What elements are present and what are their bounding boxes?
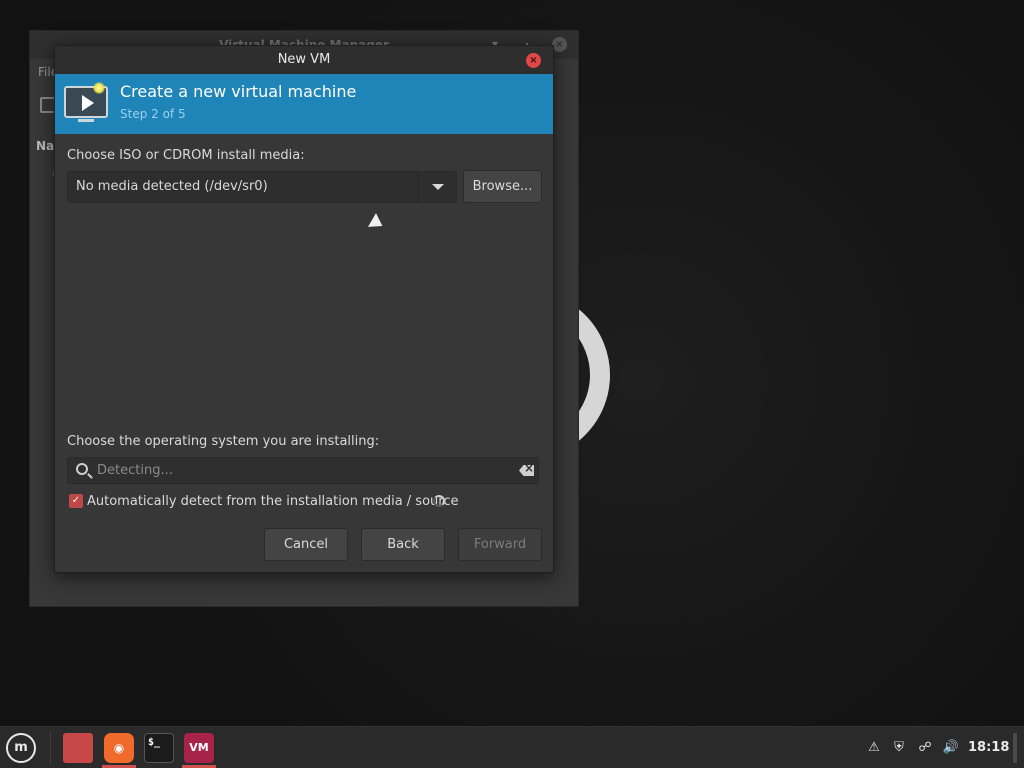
forward-button[interactable]: Forward xyxy=(458,528,542,561)
update-manager-icon[interactable]: ⚠ xyxy=(866,740,882,756)
volume-icon[interactable]: 🔊 xyxy=(942,740,960,756)
monitor-stand-icon xyxy=(78,119,94,122)
dialog-title: New VM xyxy=(277,52,331,67)
terminal-icon[interactable]: $_ xyxy=(144,733,174,763)
media-label: Choose ISO or CDROM install media: xyxy=(67,148,305,163)
clear-icon[interactable] xyxy=(519,465,534,476)
spinner-icon xyxy=(433,495,445,507)
network-icon[interactable]: ☍ xyxy=(916,740,934,756)
taskbar: m ◉ $_ VM ⚠ ⛨ ☍ 🔊 18:18 xyxy=(0,726,1024,768)
vm-icon[interactable]: VM xyxy=(184,733,214,763)
search-icon xyxy=(76,463,88,475)
shield-icon[interactable]: ⛨ xyxy=(891,740,907,756)
os-label: Choose the operating system you are inst… xyxy=(67,434,380,449)
cancel-button[interactable]: Cancel xyxy=(264,528,348,561)
mint-menu-icon[interactable]: m xyxy=(6,733,36,763)
dialog-close-icon[interactable]: × xyxy=(526,53,541,68)
show-desktop-button[interactable] xyxy=(1013,733,1017,763)
auto-detect-label[interactable]: Automatically detect from the installati… xyxy=(87,494,458,509)
wizard-banner: Create a new virtual machine Step 2 of 5 xyxy=(55,74,553,134)
os-search-placeholder: Detecting... xyxy=(97,463,173,478)
new-vm-dialog: New VM × Create a new virtual machine St… xyxy=(54,45,554,573)
dialog-titlebar: New VM × xyxy=(55,46,553,74)
os-search-input[interactable]: Detecting... xyxy=(67,457,539,484)
chevron-down-icon[interactable] xyxy=(418,172,456,202)
browse-button[interactable]: Browse... xyxy=(463,170,542,203)
wizard-title: Create a new virtual machine xyxy=(120,82,357,101)
firefox-icon[interactable]: ◉ xyxy=(104,733,134,763)
sparkle-icon xyxy=(93,82,105,94)
play-icon xyxy=(82,95,94,111)
clock[interactable]: 18:18 xyxy=(968,740,1009,755)
taskbar-separator xyxy=(50,731,51,765)
wizard-step: Step 2 of 5 xyxy=(120,107,186,121)
install-media-value: No media detected (/dev/sr0) xyxy=(76,179,268,194)
auto-detect-checkbox[interactable]: ✓ xyxy=(69,494,83,508)
close-icon[interactable]: × xyxy=(552,37,567,52)
install-media-combo[interactable]: No media detected (/dev/sr0) xyxy=(67,171,457,203)
back-button[interactable]: Back xyxy=(361,528,445,561)
folder-icon[interactable] xyxy=(63,733,93,763)
